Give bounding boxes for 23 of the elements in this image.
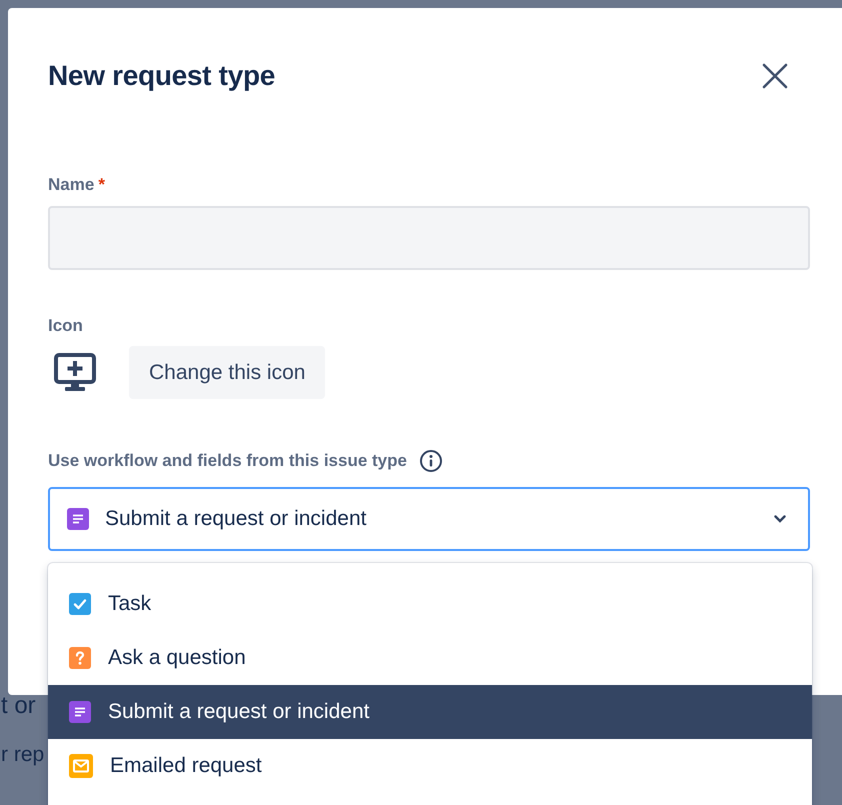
- field-label: Icon: [48, 316, 83, 336]
- question-icon: [69, 647, 91, 669]
- menu-item[interactable]: Emailed request: [48, 739, 812, 793]
- name-input-field[interactable]: [48, 206, 810, 270]
- request-type-icon: [69, 701, 91, 723]
- info-icon[interactable]: [418, 449, 443, 473]
- menu-item[interactable]: Ask a question: [48, 631, 812, 685]
- background-text: t or: [1, 692, 36, 720]
- menu-item[interactable]: Submit a request or incident: [48, 685, 812, 739]
- chevron-down-icon: [774, 515, 786, 523]
- close-icon[interactable]: [762, 63, 788, 89]
- issue-type-select[interactable]: Submit a request or incident: [48, 487, 810, 551]
- required-mark: *: [98, 175, 105, 195]
- dialog-title: New request type: [48, 60, 276, 92]
- background-text: r rep: [1, 743, 44, 767]
- monitor-plus-icon: [54, 352, 96, 392]
- field-label: Use workflow and fields from this issue type: [48, 451, 407, 471]
- field-label: Name: [48, 175, 94, 195]
- checkbox-icon: [69, 593, 91, 615]
- change-icon-button[interactable]: Change this icon: [129, 346, 326, 399]
- envelope-icon: [69, 754, 93, 778]
- menu-item[interactable]: Task: [48, 577, 812, 631]
- request-type-icon: [67, 508, 89, 530]
